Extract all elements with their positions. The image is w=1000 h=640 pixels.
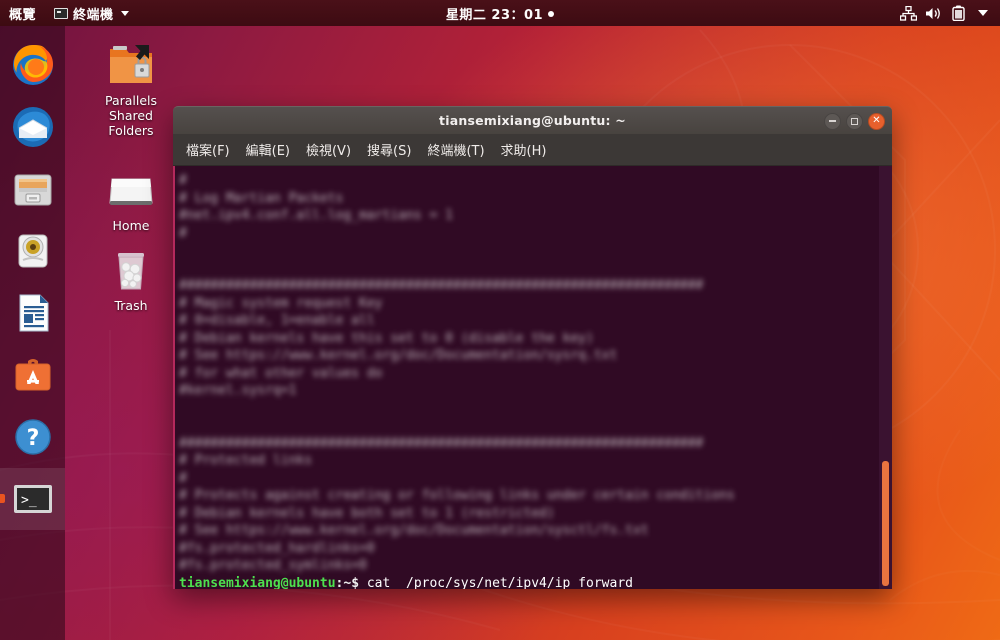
- window-title: tiansemixiang@ubuntu: ~: [439, 113, 626, 128]
- terminal-line: #: [179, 173, 187, 188]
- terminal-line: # Magic system request Key: [179, 295, 383, 311]
- desktop-icon-label: Parallels Shared Folders: [104, 93, 158, 138]
- terminal-line: # 0=disable, 1=enable all: [179, 313, 375, 328]
- prompt-path: :~$: [335, 575, 360, 590]
- ubuntu-software-icon: [10, 352, 56, 398]
- launcher-item-thunderbird[interactable]: [0, 96, 65, 158]
- desktop-icon-label: Trash: [114, 298, 148, 313]
- menu-file[interactable]: 檔案(F): [179, 136, 237, 163]
- top-panel: 概覽 終端機 星期二 23：01: [0, 0, 1000, 26]
- launcher-item-rhythmbox[interactable]: [0, 220, 65, 282]
- rhythmbox-icon: [10, 228, 56, 274]
- terminal-window: tiansemixiang@ubuntu: ~ ✕ 檔案(F) 編輯(E) 檢視…: [173, 106, 892, 589]
- terminal-line: #kernel.sysrq=1: [179, 383, 297, 398]
- terminal-line: #fs.protected_symlinks=0: [179, 558, 367, 573]
- launcher-item-ubuntu-software[interactable]: [0, 344, 65, 406]
- menu-edit[interactable]: 編輯(E): [239, 136, 297, 163]
- terminal-line: # Protected links: [179, 453, 313, 468]
- launcher-item-help[interactable]: ?: [0, 406, 65, 468]
- window-controls: ✕: [824, 107, 885, 135]
- terminal-output-area[interactable]: # # Log Martian Packets #net.ipv4.conf.all…: [173, 166, 892, 589]
- app-menu-button[interactable]: 終端機: [45, 0, 138, 26]
- terminal-line: #: [179, 470, 187, 486]
- launcher-item-libreoffice-writer[interactable]: [0, 282, 65, 344]
- menu-terminal[interactable]: 終端機(T): [420, 136, 491, 163]
- terminal-line: #net.ipv4.conf.all.log_martians = 1: [179, 208, 453, 223]
- svg-text:>_: >_: [21, 493, 37, 508]
- help-icon: ?: [10, 414, 56, 460]
- folder-locked-shortcut-icon: [104, 40, 158, 90]
- desktop-icon-label: Home: [112, 218, 150, 233]
- close-button[interactable]: ✕: [868, 112, 885, 130]
- scrollbar-thumb[interactable]: [882, 461, 889, 586]
- terminal-line: ########################################…: [179, 278, 704, 293]
- terminal-line: # Protects against creating or following…: [179, 488, 735, 503]
- terminal-scrollback: # # Log Martian Packets #net.ipv4.conf.all…: [179, 172, 892, 575]
- terminal-line: # See https://www.kernel.org/doc/Documen…: [179, 348, 618, 363]
- launcher-bar: ? >_: [0, 26, 65, 640]
- chevron-down-icon: [120, 10, 129, 16]
- desktop: 概覽 終端機 星期二 23：01 ? >_ Parallels Shared F…: [0, 0, 1000, 640]
- terminal-icon: [54, 7, 69, 19]
- vertical-scrollbar[interactable]: [879, 166, 892, 589]
- menu-view[interactable]: 檢視(V): [299, 136, 358, 163]
- terminal-line: # Debian kernels have this set to 0 (dis…: [179, 330, 594, 346]
- terminal-line: #: [179, 225, 187, 241]
- prompt-user: tiansemixiang@ubuntu: [179, 575, 336, 590]
- minimize-button[interactable]: [824, 112, 841, 130]
- svg-text:?: ?: [26, 426, 39, 451]
- terminal-line: # for what other values do: [179, 365, 383, 381]
- terminal-line: # See https://www.kernel.org/doc/Documen…: [179, 523, 649, 538]
- menu-help[interactable]: 求助(H): [494, 136, 554, 163]
- desktop-icon-trash[interactable]: Trash: [85, 245, 177, 313]
- battery-icon[interactable]: [947, 0, 969, 26]
- system-tray: [897, 0, 994, 26]
- terminal-line: ########################################…: [179, 435, 704, 451]
- terminal-command-line: tiansemixiang@ubuntu:~$ cat /proc/sys/ne…: [179, 575, 892, 590]
- files-icon: [10, 166, 56, 212]
- terminal-line: # Debian kernels have both set to 1 (res…: [179, 505, 555, 521]
- terminal-line: #fs.protected_hardlinks=0: [179, 540, 375, 556]
- overview-label: 概覽: [9, 7, 37, 23]
- drive-icon: [104, 165, 158, 215]
- volume-icon[interactable]: [922, 0, 944, 26]
- menu-search[interactable]: 搜尋(S): [360, 136, 418, 163]
- clock-text: 星期二 23：01: [445, 7, 544, 23]
- launcher-item-firefox[interactable]: [0, 34, 65, 96]
- system-menu-caret-icon[interactable]: [972, 0, 994, 26]
- launcher-item-files[interactable]: [0, 158, 65, 220]
- desktop-icon-parallels-shared-folders[interactable]: Parallels Shared Folders: [85, 40, 177, 138]
- network-icon[interactable]: [897, 0, 919, 26]
- desktop-icon-home[interactable]: Home: [85, 165, 177, 233]
- title-bar[interactable]: tiansemixiang@ubuntu: ~ ✕: [173, 106, 892, 134]
- clock[interactable]: 星期二 23：01: [0, 4, 1000, 23]
- overview-button[interactable]: 概覽: [0, 0, 45, 26]
- terminal-line: # Log Martian Packets: [179, 190, 344, 206]
- trash-icon: [104, 245, 158, 295]
- thunderbird-icon: [10, 104, 56, 150]
- firefox-icon: [10, 42, 56, 88]
- command-text: cat /proc/sys/net/ipv4/ip_forward: [366, 575, 633, 590]
- app-menu-label: 終端機: [73, 7, 114, 23]
- launcher-item-terminal[interactable]: >_: [0, 468, 65, 530]
- maximize-button[interactable]: [846, 112, 863, 130]
- terminal-icon: >_: [10, 476, 56, 522]
- menu-bar: 檔案(F) 編輯(E) 檢視(V) 搜尋(S) 終端機(T) 求助(H): [173, 134, 892, 166]
- clock-indicator-dot: [548, 10, 555, 17]
- libreoffice-writer-icon: [10, 290, 56, 336]
